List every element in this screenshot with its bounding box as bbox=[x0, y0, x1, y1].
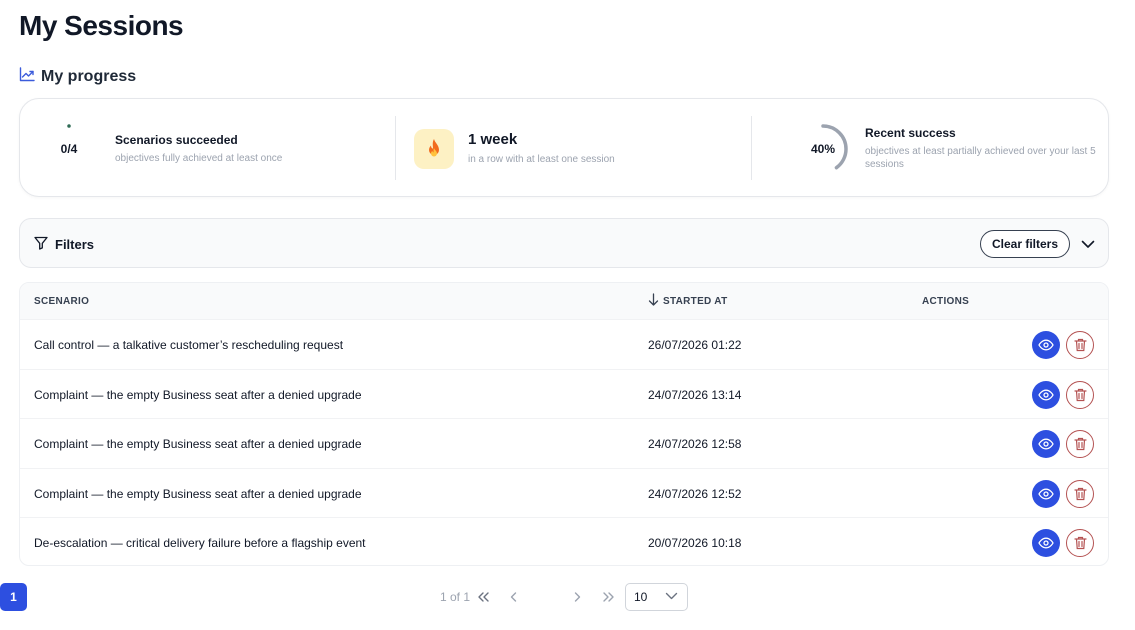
last-page-button[interactable] bbox=[594, 583, 622, 611]
streak-stat: 1 week in a row with at least one sessio… bbox=[396, 99, 752, 198]
recent-success-subtitle: objectives at least partially achieved o… bbox=[865, 146, 1096, 170]
trash-icon bbox=[1073, 338, 1087, 352]
filters-label: Filters bbox=[55, 236, 95, 252]
scenario-cell: De-escalation — critical delivery failur… bbox=[34, 535, 366, 550]
table-row: Complaint — the empty Business seat afte… bbox=[20, 418, 1108, 467]
filters-bar: Filters Clear filters bbox=[19, 218, 1109, 268]
scenario-cell: Complaint — the empty Business seat afte… bbox=[34, 436, 362, 451]
view-session-button[interactable] bbox=[1032, 381, 1060, 409]
recent-success-ring: 40% bbox=[795, 121, 851, 177]
streak-subtitle: in a row with at least one session bbox=[468, 154, 615, 165]
table-row: Call control — a talkative customer’s re… bbox=[20, 319, 1108, 368]
trending-up-icon bbox=[19, 66, 35, 87]
scenarios-progress-ring: 0/4 bbox=[41, 121, 97, 177]
next-page-button[interactable] bbox=[563, 583, 591, 611]
eye-icon bbox=[1038, 438, 1054, 450]
scenario-cell: Complaint — the empty Business seat afte… bbox=[34, 486, 362, 501]
page-title: My Sessions bbox=[19, 10, 184, 41]
table-row: Complaint — the empty Business seat afte… bbox=[20, 369, 1108, 418]
column-header-scenario[interactable]: SCENARIO bbox=[34, 283, 89, 319]
stat-divider bbox=[751, 116, 752, 180]
started-at-cell: 20/07/2026 10:18 bbox=[648, 535, 742, 550]
recent-success-stat: 40% Recent success objectives at least p… bbox=[753, 99, 1109, 198]
scenario-cell: Complaint — the empty Business seat afte… bbox=[34, 387, 362, 402]
progress-heading-label: My progress bbox=[41, 67, 137, 85]
view-session-button[interactable] bbox=[1032, 529, 1060, 557]
chevron-right-icon bbox=[574, 592, 581, 602]
chevrons-right-icon bbox=[602, 592, 614, 602]
trash-icon bbox=[1073, 437, 1087, 451]
started-at-cell: 24/07/2026 13:14 bbox=[648, 387, 742, 402]
eye-icon bbox=[1038, 488, 1054, 500]
previous-page-button[interactable] bbox=[500, 583, 528, 611]
filters-toggle[interactable]: Filters bbox=[34, 219, 94, 269]
chevrons-left-icon bbox=[477, 592, 489, 602]
page-button-current[interactable]: 1 bbox=[0, 583, 27, 611]
delete-session-button[interactable] bbox=[1066, 430, 1094, 458]
scenarios-succeeded-stat: 0/4 Scenarios succeeded objectives fully… bbox=[20, 99, 395, 198]
chevron-down-icon bbox=[665, 592, 678, 600]
started-at-cell: 26/07/2026 01:22 bbox=[648, 337, 742, 352]
started-at-cell: 24/07/2026 12:52 bbox=[648, 486, 742, 501]
streak-title: 1 week bbox=[468, 131, 518, 148]
sessions-table: SCENARIO STARTED AT ACTIONS Call control… bbox=[19, 282, 1109, 566]
page-info: 1 of 1 bbox=[440, 590, 471, 604]
table-row: Complaint — the empty Business seat afte… bbox=[20, 468, 1108, 517]
view-session-button[interactable] bbox=[1032, 331, 1060, 359]
column-header-started-at[interactable]: STARTED AT bbox=[648, 283, 727, 319]
progress-stats-card: 0/4 Scenarios succeeded objectives fully… bbox=[19, 98, 1109, 197]
delete-session-button[interactable] bbox=[1066, 331, 1094, 359]
table-row: De-escalation — critical delivery failur… bbox=[20, 517, 1108, 565]
progress-heading: My progress bbox=[19, 66, 136, 87]
filter-icon bbox=[34, 236, 48, 253]
eye-icon bbox=[1038, 339, 1054, 351]
chevron-left-icon bbox=[510, 592, 517, 602]
started-at-cell: 24/07/2026 12:58 bbox=[648, 436, 742, 451]
view-session-button[interactable] bbox=[1032, 480, 1060, 508]
trash-icon bbox=[1073, 536, 1087, 550]
table-header: SCENARIO STARTED AT ACTIONS bbox=[20, 283, 1108, 319]
scenarios-title: Scenarios succeeded bbox=[115, 132, 238, 147]
page-size-select[interactable]: 10 bbox=[625, 583, 688, 611]
clear-filters-button[interactable]: Clear filters bbox=[980, 230, 1071, 258]
first-page-button[interactable] bbox=[469, 583, 497, 611]
column-header-actions: ACTIONS bbox=[922, 295, 970, 307]
trash-icon bbox=[1073, 388, 1087, 402]
arrow-down-icon bbox=[648, 293, 659, 309]
started-at-label: STARTED AT bbox=[663, 295, 728, 307]
scenarios-subtitle: objectives fully achieved at least once bbox=[115, 152, 283, 164]
delete-session-button[interactable] bbox=[1066, 381, 1094, 409]
eye-icon bbox=[1038, 537, 1054, 549]
delete-session-button[interactable] bbox=[1066, 480, 1094, 508]
trash-icon bbox=[1073, 487, 1087, 501]
recent-success-value: 40% bbox=[810, 141, 836, 156]
delete-session-button[interactable] bbox=[1066, 529, 1094, 557]
scenarios-value: 0/4 bbox=[60, 141, 78, 156]
eye-icon bbox=[1038, 389, 1054, 401]
pagination: 1 of 1 1 10 bbox=[0, 583, 1135, 611]
flame-icon bbox=[414, 128, 454, 169]
view-session-button[interactable] bbox=[1032, 430, 1060, 458]
chevron-down-icon[interactable] bbox=[1078, 234, 1098, 254]
scenario-cell: Call control — a talkative customer’s re… bbox=[34, 337, 344, 352]
recent-success-title: Recent success bbox=[865, 126, 956, 140]
page-size-value: 10 bbox=[634, 590, 648, 604]
